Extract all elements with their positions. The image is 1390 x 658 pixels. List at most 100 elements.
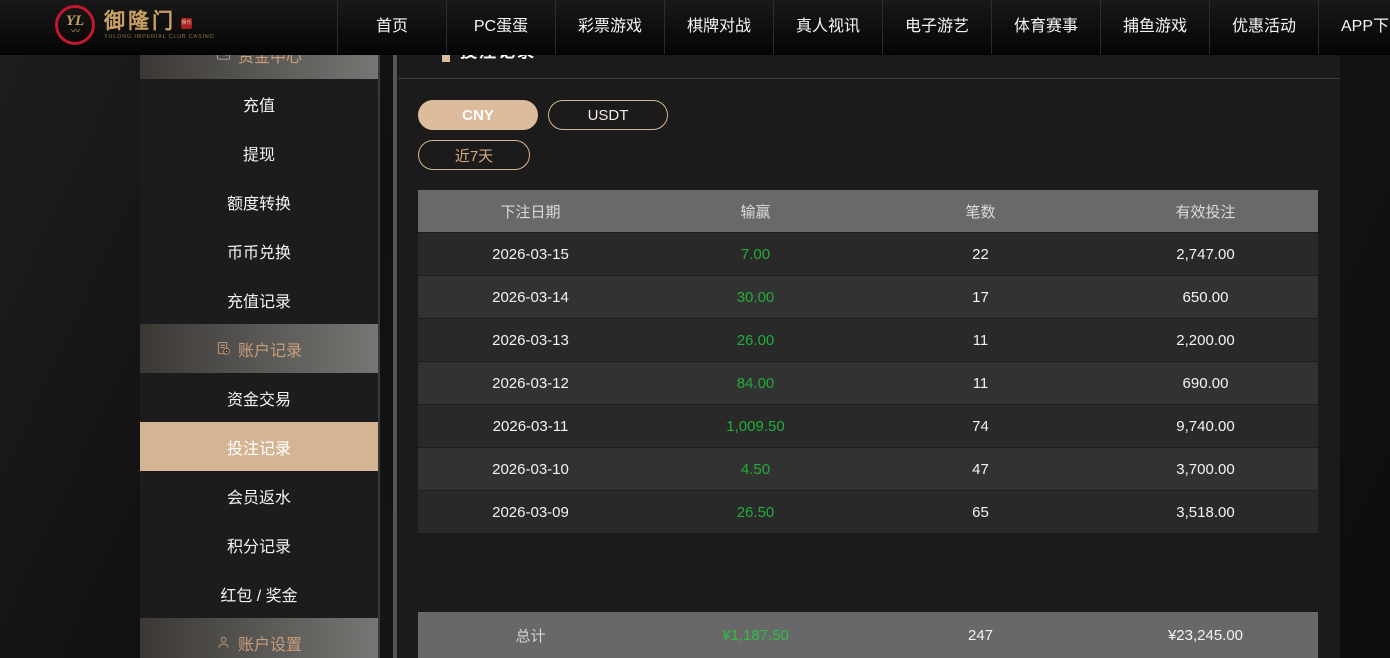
nav-item[interactable]: APP下载 xyxy=(1318,0,1390,54)
currency-tab-usdt[interactable]: USDT xyxy=(548,100,668,130)
table-body: 2026-03-157.00222,747.002026-03-1430.001… xyxy=(418,232,1318,533)
cell-count: 65 xyxy=(868,504,1093,521)
sidebar-item-label: 投注记录 xyxy=(227,435,291,459)
table-row: 2026-03-1326.00112,200.00 xyxy=(418,318,1318,361)
table-row: 2026-03-1284.0011690.00 xyxy=(418,361,1318,404)
cell-valid: 9,740.00 xyxy=(1093,418,1318,435)
title-divider xyxy=(398,78,1340,79)
table-total-row: 总计 ¥1,187.50 247 ¥23,245.00 xyxy=(418,612,1318,658)
sidebar-item-label: 积分记录 xyxy=(227,533,291,557)
cell-win: 30.00 xyxy=(643,289,868,306)
currency-tabs: CNY USDT xyxy=(418,100,668,130)
cell-win: 26.00 xyxy=(643,332,868,349)
brand-logo[interactable]: YL 〰 御隆门 娱乐 YULONG IMPERIAL CLUB CASINO xyxy=(55,5,215,45)
page: 资金中心充值提现额度转换币币兑换充值记录账户记录资金交易投注记录会员返水积分记录… xyxy=(0,0,1390,658)
cell-valid: 690.00 xyxy=(1093,375,1318,392)
nav-item[interactable]: 捕鱼游戏 xyxy=(1100,0,1209,54)
top-navbar: YL 〰 御隆门 娱乐 YULONG IMPERIAL CLUB CASINO … xyxy=(0,0,1390,55)
sidebar-item[interactable]: 提现 xyxy=(140,128,378,177)
bet-records-table: 下注日期输赢笔数有效投注 2026-03-157.00222,747.00202… xyxy=(418,190,1318,533)
cell-count: 11 xyxy=(868,375,1093,392)
nav-item[interactable]: 彩票游戏 xyxy=(555,0,664,54)
ledger-icon xyxy=(216,341,231,356)
cell-valid: 2,747.00 xyxy=(1093,246,1318,263)
brand-text: 御隆门 娱乐 YULONG IMPERIAL CLUB CASINO xyxy=(104,10,215,40)
cell-date: 2026-03-09 xyxy=(418,504,643,521)
cell-valid: 3,700.00 xyxy=(1093,461,1318,478)
cell-date: 2026-03-12 xyxy=(418,375,643,392)
table-row: 2026-03-1430.0017650.00 xyxy=(418,275,1318,318)
sidebar-item-label: 账户设置 xyxy=(238,631,302,655)
cell-date: 2026-03-11 xyxy=(418,418,643,435)
cell-valid: 650.00 xyxy=(1093,289,1318,306)
sidebar: 资金中心充值提现额度转换币币兑换充值记录账户记录资金交易投注记录会员返水积分记录… xyxy=(140,30,380,658)
cell-win: 7.00 xyxy=(643,246,868,263)
sidebar-item-label: 额度转换 xyxy=(227,190,291,214)
total-win-value: ¥1,187.50 xyxy=(643,627,868,644)
brand-emblem-icon: YL 〰 xyxy=(55,5,95,45)
title-marker-icon xyxy=(442,54,450,62)
nav-item[interactable]: 优惠活动 xyxy=(1209,0,1318,54)
total-count-value: 247 xyxy=(868,627,1093,644)
sidebar-item[interactable]: 充值记录 xyxy=(140,275,378,324)
sidebar-item[interactable]: 额度转换 xyxy=(140,177,378,226)
cell-date: 2026-03-14 xyxy=(418,289,643,306)
cell-date: 2026-03-13 xyxy=(418,332,643,349)
cell-count: 22 xyxy=(868,246,1093,263)
cell-date: 2026-03-15 xyxy=(418,246,643,263)
cell-valid: 3,518.00 xyxy=(1093,504,1318,521)
table-header-row: 下注日期输赢笔数有效投注 xyxy=(418,190,1318,232)
nav-item[interactable]: 真人视讯 xyxy=(773,0,882,54)
nav-item[interactable]: 电子游艺 xyxy=(882,0,991,54)
user-icon xyxy=(216,635,231,650)
cell-win: 4.50 xyxy=(643,461,868,478)
nav-item[interactable]: PC蛋蛋 xyxy=(446,0,555,54)
cell-win: 1,009.50 xyxy=(643,418,868,435)
column-header: 下注日期 xyxy=(418,201,643,222)
brand-swash-icon: 〰 xyxy=(71,28,79,35)
main-panel: 投注记录 CNYUSDT 近7天 下注日期输赢笔数有效投注 2026-03-15… xyxy=(398,30,1340,658)
nav-menu: 首页PC蛋蛋彩票游戏棋牌对战真人视讯电子游艺体育赛事捕鱼游戏优惠活动APP下载 xyxy=(337,0,1390,54)
sidebar-section-header: 账户记录 xyxy=(140,324,378,373)
sidebar-section-header: 账户设置 xyxy=(140,618,378,658)
sidebar-item[interactable]: 充值 xyxy=(140,79,378,128)
cell-valid: 2,200.00 xyxy=(1093,332,1318,349)
column-header: 有效投注 xyxy=(1093,201,1318,222)
table-row: 2026-03-157.00222,747.00 xyxy=(418,232,1318,275)
brand-seal-icon: 娱乐 xyxy=(181,18,192,29)
sidebar-item-label: 提现 xyxy=(243,141,275,165)
sidebar-item-label: 红包 / 奖金 xyxy=(220,582,297,606)
sidebar-item[interactable]: 币币兑换 xyxy=(140,226,378,275)
cell-count: 74 xyxy=(868,418,1093,435)
cell-date: 2026-03-10 xyxy=(418,461,643,478)
table-row: 2026-03-111,009.50749,740.00 xyxy=(418,404,1318,447)
total-valid-bet-value: ¥23,245.00 xyxy=(1093,627,1318,644)
cell-win: 84.00 xyxy=(643,375,868,392)
cell-count: 47 xyxy=(868,461,1093,478)
nav-item[interactable]: 棋牌对战 xyxy=(664,0,773,54)
brand-name: 御隆门 xyxy=(104,10,176,32)
nav-item[interactable]: 体育赛事 xyxy=(991,0,1100,54)
sidebar-item[interactable]: 会员返水 xyxy=(140,471,378,520)
sidebar-item[interactable]: 投注记录 xyxy=(140,422,378,471)
cell-win: 26.50 xyxy=(643,504,868,521)
brand-caption: YULONG IMPERIAL CLUB CASINO xyxy=(104,34,215,40)
sidebar-item-label: 币币兑换 xyxy=(227,239,291,263)
currency-tab-cny[interactable]: CNY xyxy=(418,100,538,130)
sidebar-item-label: 账户记录 xyxy=(238,337,302,361)
sidebar-item[interactable]: 资金交易 xyxy=(140,373,378,422)
column-header: 笔数 xyxy=(868,201,1093,222)
date-range-button[interactable]: 近7天 xyxy=(418,140,530,170)
cell-count: 17 xyxy=(868,289,1093,306)
nav-item[interactable]: 首页 xyxy=(337,0,446,54)
sidebar-item[interactable]: 红包 / 奖金 xyxy=(140,569,378,618)
sidebar-item-label: 充值 xyxy=(243,92,275,116)
sidebar-item-label: 会员返水 xyxy=(227,484,291,508)
table-row: 2026-03-104.50473,700.00 xyxy=(418,447,1318,490)
sidebar-item[interactable]: 积分记录 xyxy=(140,520,378,569)
scrollbar[interactable] xyxy=(393,54,397,658)
filters: CNY USDT 近7天 xyxy=(418,100,668,170)
sidebar-item-label: 资金交易 xyxy=(227,386,291,410)
cell-count: 11 xyxy=(868,332,1093,349)
sidebar-item-label: 充值记录 xyxy=(227,288,291,312)
